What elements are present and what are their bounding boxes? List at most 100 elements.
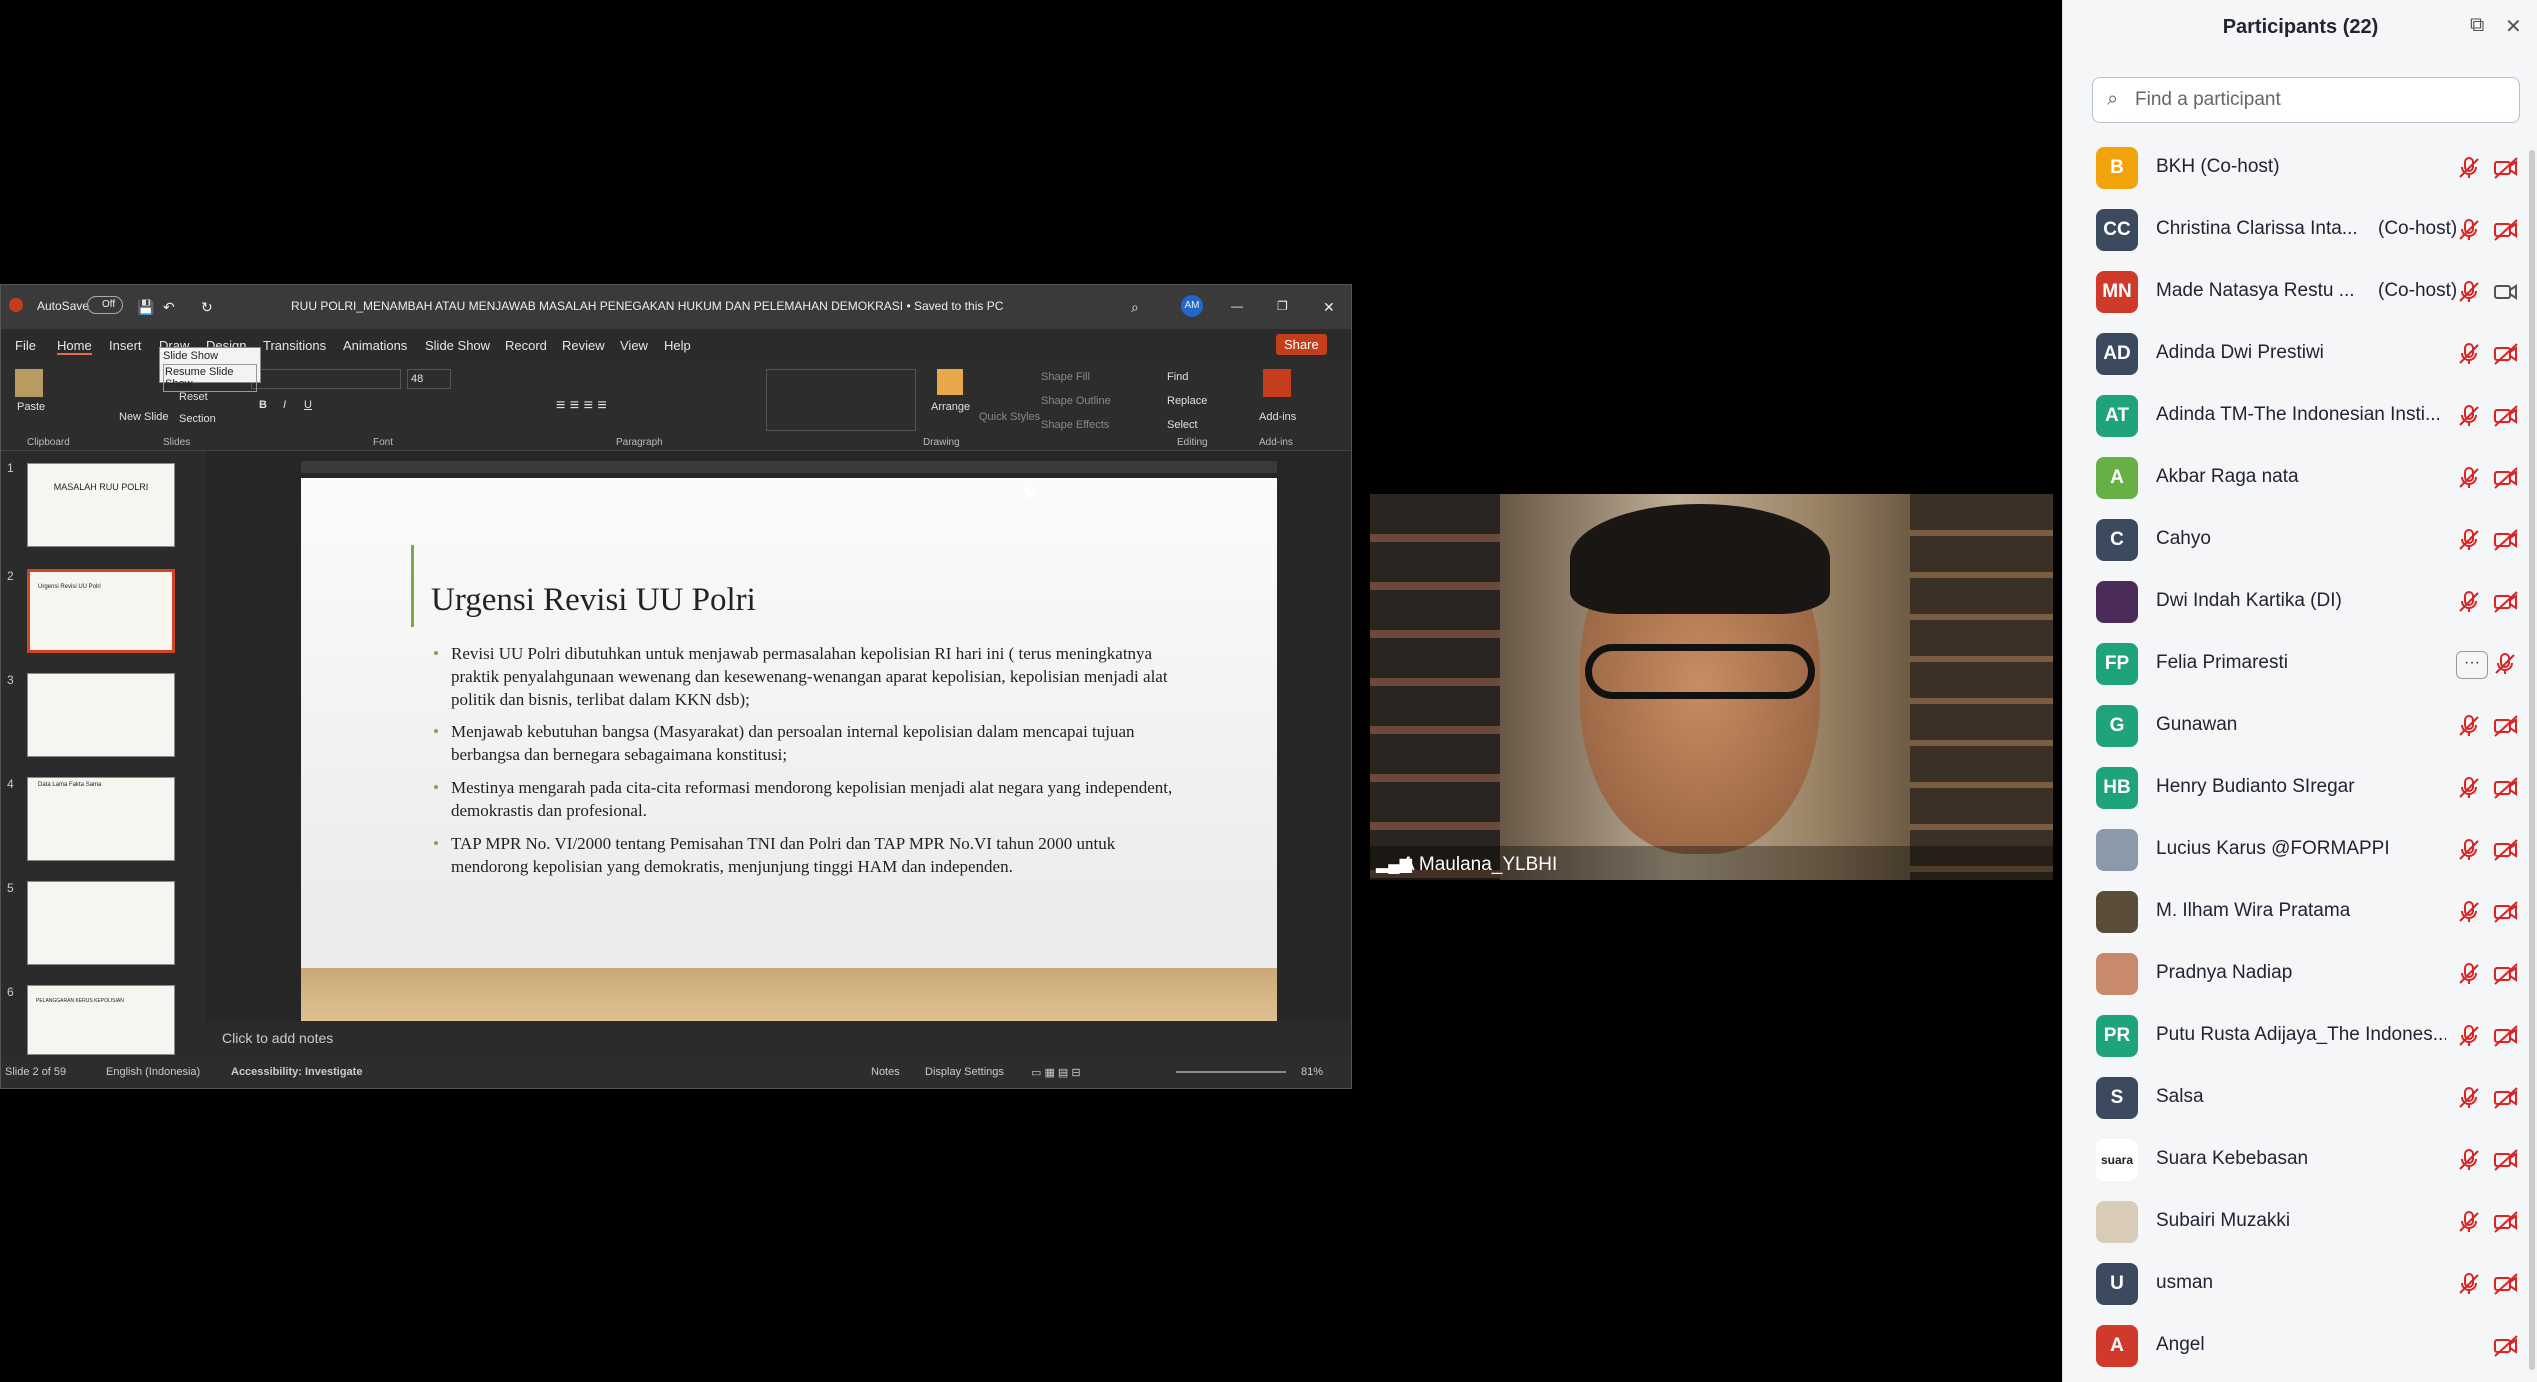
- mic-muted-icon[interactable]: [2456, 899, 2482, 930]
- zoom-level[interactable]: 81%: [1301, 1066, 1323, 1078]
- mic-muted-icon[interactable]: [2456, 217, 2482, 248]
- share-button[interactable]: Share: [1276, 334, 1327, 355]
- bold-icon[interactable]: B: [259, 399, 267, 411]
- redo-icon[interactable]: ↻: [201, 299, 213, 316]
- restore-icon[interactable]: ❐: [1277, 299, 1288, 313]
- more-options-icon[interactable]: ···: [2456, 651, 2488, 679]
- camera-off-icon[interactable]: [2492, 837, 2520, 868]
- slide-thumb-4[interactable]: Data Lama Fakta Sama: [27, 777, 175, 861]
- participant-row[interactable]: Dwi Indah Kartika (DI): [2063, 571, 2537, 633]
- popout-icon[interactable]: ⧉: [2470, 14, 2484, 37]
- arrange-icon[interactable]: [937, 369, 963, 395]
- quick-styles-button[interactable]: Quick Styles: [979, 411, 1040, 423]
- paste-button[interactable]: Paste: [17, 401, 45, 413]
- participant-search[interactable]: ⌕: [2092, 77, 2520, 123]
- resume-slideshow-item[interactable]: Resume Slide Show: [163, 364, 257, 392]
- mic-muted-icon[interactable]: [2456, 589, 2482, 620]
- camera-off-icon[interactable]: [2492, 775, 2520, 806]
- mic-muted-icon[interactable]: [2456, 155, 2482, 186]
- mic-muted-icon[interactable]: [2456, 1085, 2482, 1116]
- mic-muted-icon[interactable]: [2456, 713, 2482, 744]
- camera-off-icon[interactable]: [2492, 217, 2520, 248]
- participant-row[interactable]: S Salsa: [2063, 1067, 2537, 1129]
- paste-icon[interactable]: [15, 369, 43, 397]
- camera-off-icon[interactable]: [2492, 961, 2520, 992]
- tab-file[interactable]: File: [15, 338, 36, 353]
- slide-thumb-1[interactable]: MASALAH RUU POLRI: [27, 463, 175, 547]
- close-icon[interactable]: ✕: [2505, 14, 2522, 39]
- select-button[interactable]: Select: [1167, 419, 1198, 431]
- slide-thumb-3[interactable]: [27, 673, 175, 757]
- participant-row[interactable]: M. Ilham Wira Pratama: [2063, 881, 2537, 943]
- camera-off-icon[interactable]: [2492, 1333, 2520, 1364]
- camera-off-icon[interactable]: [2492, 1147, 2520, 1178]
- participant-row[interactable]: HB Henry Budianto SIregar: [2063, 757, 2537, 819]
- mic-muted-icon[interactable]: [2456, 1271, 2482, 1302]
- notes-button[interactable]: Notes: [871, 1066, 900, 1078]
- mic-muted-icon[interactable]: [2456, 837, 2482, 868]
- camera-off-icon[interactable]: [2492, 341, 2520, 372]
- participant-row[interactable]: AD Adinda Dwi Prestiwi: [2063, 323, 2537, 385]
- minimize-icon[interactable]: —: [1231, 299, 1243, 313]
- close-icon[interactable]: ✕: [1323, 299, 1335, 316]
- notes-pane[interactable]: Click to add notes: [206, 1021, 1351, 1056]
- bullet-4[interactable]: TAP MPR No. VI/2000 tentang Pemisahan TN…: [433, 832, 1191, 878]
- search-input[interactable]: [2135, 88, 2505, 112]
- slide-thumb-5[interactable]: [27, 881, 175, 965]
- autosave-toggle[interactable]: Off: [87, 296, 123, 314]
- camera-off-icon[interactable]: [2492, 465, 2520, 496]
- participant-row[interactable]: AT Adinda TM-The Indonesian Insti...: [2063, 385, 2537, 447]
- underline-icon[interactable]: U: [304, 399, 312, 411]
- arrange-button[interactable]: Arrange: [931, 401, 970, 413]
- participant-row[interactable]: PR Putu Rusta Adijaya_The Indones...: [2063, 1005, 2537, 1067]
- camera-off-icon[interactable]: [2492, 899, 2520, 930]
- mic-muted-icon[interactable]: [2456, 1023, 2482, 1054]
- mic-muted-icon[interactable]: [2456, 527, 2482, 558]
- shape-fill-button[interactable]: Shape Fill: [1041, 371, 1090, 383]
- slide-thumb-6[interactable]: PELANGGARAN KERUS KEPOLISIAN: [27, 985, 175, 1055]
- shape-outline-button[interactable]: Shape Outline: [1041, 395, 1111, 407]
- participant-row[interactable]: Uusman: [2063, 1253, 2537, 1315]
- language-status[interactable]: English (Indonesia): [106, 1066, 200, 1078]
- slide-title[interactable]: Urgensi Revisi UU Polri: [431, 582, 756, 619]
- camera-off-icon[interactable]: [2492, 403, 2520, 434]
- font-family-box[interactable]: [251, 369, 401, 389]
- mic-muted-icon[interactable]: [2456, 1147, 2482, 1178]
- camera-on-icon[interactable]: [2492, 279, 2520, 310]
- mic-muted-icon[interactable]: [2456, 961, 2482, 992]
- participant-row[interactable]: G Gunawan: [2063, 695, 2537, 757]
- addins-button[interactable]: Add-ins: [1259, 411, 1296, 423]
- save-icon[interactable]: 💾: [137, 299, 154, 316]
- scrollbar[interactable]: [2529, 150, 2535, 1370]
- tab-help[interactable]: Help: [664, 338, 691, 353]
- mic-muted-icon[interactable]: [2456, 403, 2482, 434]
- tab-slide-show[interactable]: Slide Show: [425, 338, 490, 353]
- participant-row[interactable]: MN Made Natasya Restu ... (Co-host): [2063, 261, 2537, 323]
- camera-off-icon[interactable]: [2492, 589, 2520, 620]
- participant-row[interactable]: C Cahyo: [2063, 509, 2537, 571]
- font-size-box[interactable]: 48: [407, 369, 451, 389]
- tab-view[interactable]: View: [620, 338, 648, 353]
- participant-row[interactable]: suara Suara Kebebasan: [2063, 1129, 2537, 1191]
- camera-off-icon[interactable]: [2492, 1023, 2520, 1054]
- tab-review[interactable]: Review: [562, 338, 605, 353]
- mic-muted-icon[interactable]: [2456, 775, 2482, 806]
- tab-record[interactable]: Record: [505, 338, 547, 353]
- participant-row[interactable]: Pradnya Nadiap: [2063, 943, 2537, 1005]
- slide-canvas[interactable]: Urgensi Revisi UU Polri Revisi UU Polri …: [301, 478, 1277, 1028]
- bullet-3[interactable]: Mestinya mengarah pada cita-cita reforma…: [433, 776, 1191, 822]
- participant-row[interactable]: CC Christina Clarissa Inta... (Co-host): [2063, 199, 2537, 261]
- camera-off-icon[interactable]: [2492, 1209, 2520, 1240]
- camera-off-icon[interactable]: [2492, 713, 2520, 744]
- camera-off-icon[interactable]: [2492, 1085, 2520, 1116]
- participant-row[interactable]: FP Felia Primaresti ···: [2063, 633, 2537, 695]
- participant-row[interactable]: B BKH (Co-host): [2063, 137, 2537, 199]
- reset-button[interactable]: Reset: [179, 391, 208, 403]
- participant-row[interactable]: A Angel: [2063, 1315, 2537, 1377]
- participant-row[interactable]: A Akbar Raga nata: [2063, 447, 2537, 509]
- slide-thumb-2[interactable]: Urgensi Revisi UU Polri: [27, 569, 175, 653]
- mic-muted-icon[interactable]: [2492, 651, 2518, 682]
- view-buttons[interactable]: ▭ ▦ ▤ ⊟: [1031, 1066, 1081, 1079]
- addins-icon[interactable]: [1263, 369, 1291, 397]
- tab-insert[interactable]: Insert: [109, 338, 142, 353]
